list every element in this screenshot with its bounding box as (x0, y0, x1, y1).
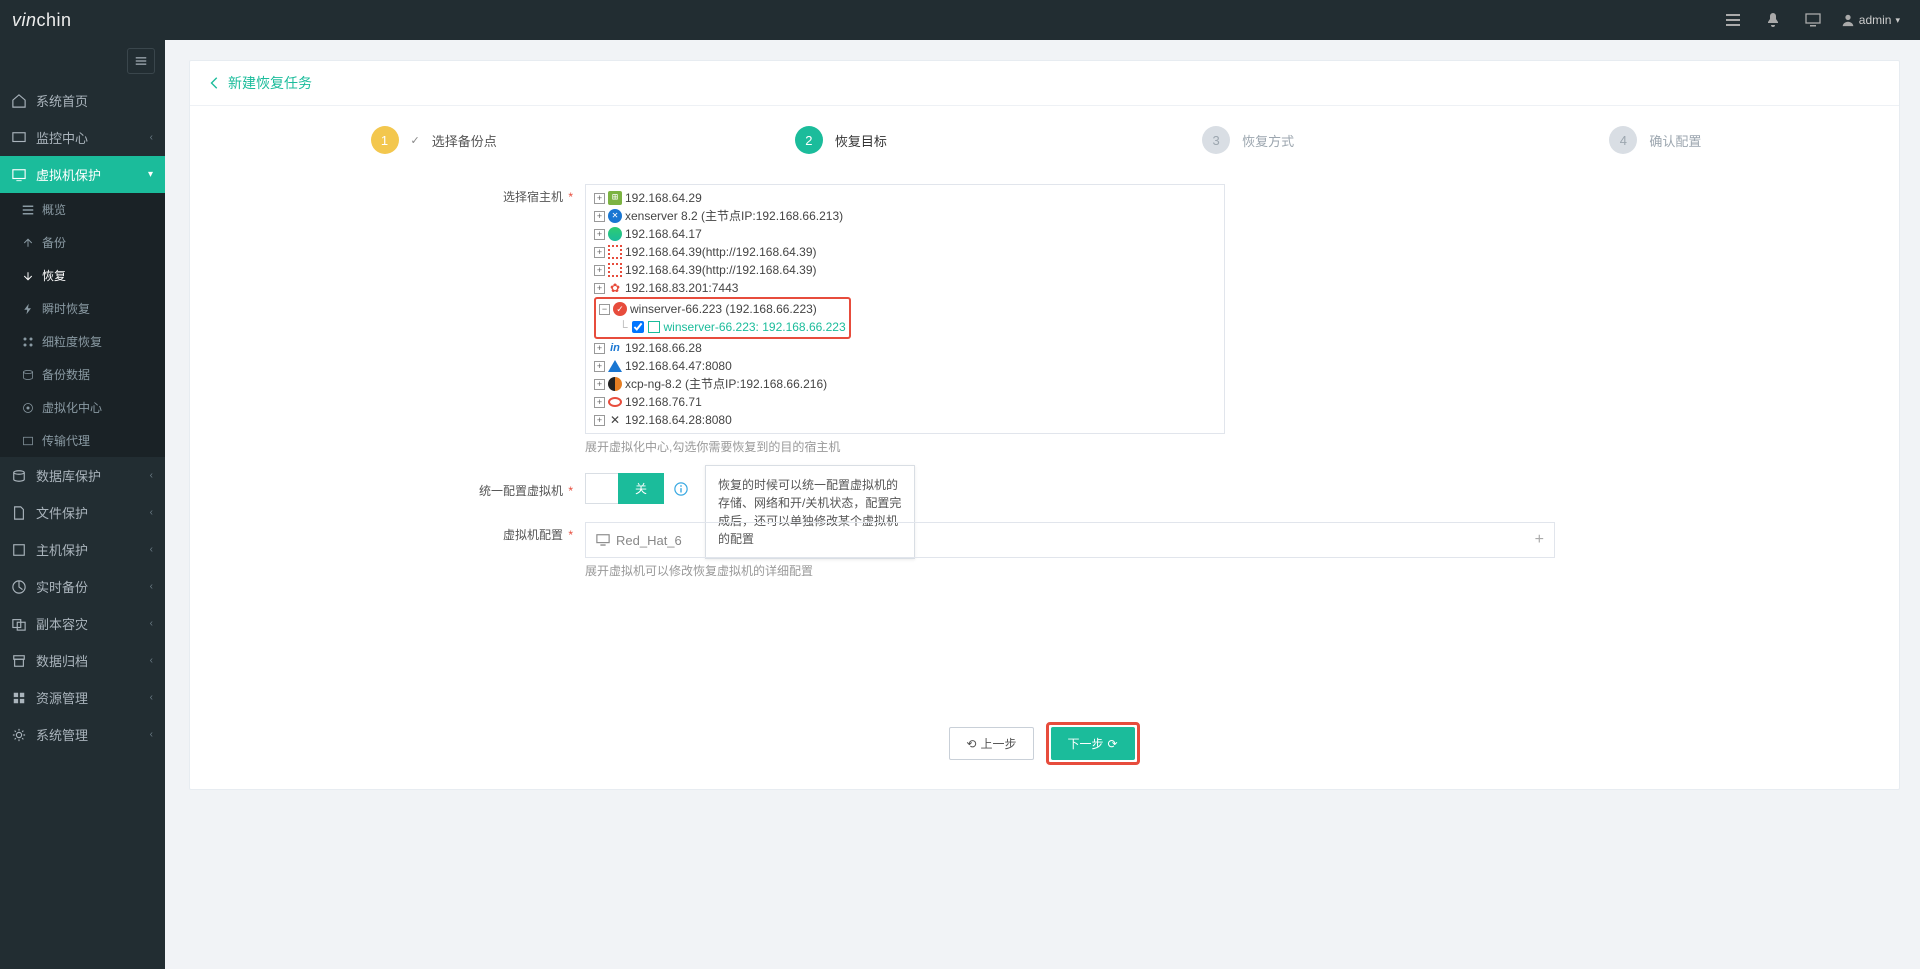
nav-replica[interactable]: 副本容灾‹ (0, 605, 165, 642)
bell-icon[interactable] (1753, 0, 1793, 40)
chevron-left-icon: ‹ (150, 132, 153, 143)
arrow-left-icon: ⟲ (966, 737, 976, 751)
step-2[interactable]: 2 恢复目标 (637, 126, 1044, 154)
logo: vinchin (12, 10, 72, 31)
expand-icon[interactable]: + (594, 247, 605, 258)
next-button[interactable]: 下一步 ⟳ (1051, 727, 1135, 760)
expand-icon[interactable]: + (1535, 531, 1544, 549)
sub-nav: 概览 备份 恢复 瞬时恢复 细粒度恢复 备份数据 虚拟化中心 传输代理 (0, 193, 165, 457)
panel-title: 新建恢复任务 (190, 61, 1899, 106)
tree-node[interactable]: +xcp-ng-8.2 (主节点IP:192.168.66.216) (594, 375, 1216, 393)
subnav-backupdata[interactable]: 备份数据 (0, 358, 165, 391)
chevron-down-icon: ▾ (148, 169, 153, 180)
subnav-overview[interactable]: 概览 (0, 193, 165, 226)
nav-resource[interactable]: 资源管理‹ (0, 679, 165, 716)
tree-node[interactable]: +192.168.64.17 (594, 225, 1216, 243)
panel: 新建恢复任务 1 ✓ 选择备份点 2 恢复目标 3 恢复方式 4 (189, 60, 1900, 790)
uniform-toggle[interactable]: 关 (585, 473, 664, 504)
host-help: 展开虚拟化中心,勾选你需要恢复到的目的宿主机 (585, 438, 1225, 455)
tasks-icon[interactable] (1713, 0, 1753, 40)
expand-icon[interactable]: + (594, 397, 605, 408)
user-name: admin (1859, 13, 1892, 27)
tree-node[interactable]: −✓winserver-66.223 (192.168.66.223) (599, 300, 846, 318)
expand-icon[interactable]: + (594, 343, 605, 354)
subnav-granular[interactable]: 细粒度恢复 (0, 325, 165, 358)
tree-node[interactable]: +192.168.64.47:8080 (594, 357, 1216, 375)
logo-vin: vin (12, 10, 37, 31)
subnav-vcenter[interactable]: 虚拟化中心 (0, 391, 165, 424)
expand-icon[interactable]: + (594, 361, 605, 372)
monitor-icon[interactable] (1793, 0, 1833, 40)
sidebar: 系统首页 监控中心‹ 虚拟机保护▾ 概览 备份 恢复 瞬时恢复 细粒度恢复 备份… (0, 40, 165, 969)
check-icon: ✓ (411, 134, 420, 147)
tree-node[interactable]: +✿192.168.83.201:7443 (594, 279, 1216, 297)
host-checkbox[interactable] (632, 321, 644, 333)
expand-icon[interactable]: + (594, 229, 605, 240)
vm-icon (648, 321, 660, 333)
label-uniform: 统一配置虚拟机 * (230, 478, 585, 499)
top-header: vinchin admin ▾ (0, 0, 1920, 40)
nav-archive[interactable]: 数据归档‹ (0, 642, 165, 679)
tree-node[interactable]: +192.168.64.39(http://192.168.64.39) (594, 261, 1216, 279)
monitor-icon (596, 533, 610, 547)
subnav-restore[interactable]: 恢复 (0, 259, 165, 292)
subnav-backup[interactable]: 备份 (0, 226, 165, 259)
label-host: 选择宿主机 * (230, 184, 585, 455)
wizard-steps: 1 ✓ 选择备份点 2 恢复目标 3 恢复方式 4 确认配置 (190, 106, 1899, 184)
vmconfig-help: 展开虚拟机可以修改恢复虚拟机的详细配置 (585, 562, 1225, 579)
expand-icon[interactable]: + (594, 379, 605, 390)
nav-db[interactable]: 数据库保护‹ (0, 457, 165, 494)
tree-child-selected[interactable]: └ winserver-66.223: 192.168.66.223 (619, 318, 846, 336)
toggle-off[interactable]: 关 (618, 473, 664, 504)
expand-icon[interactable]: + (594, 193, 605, 204)
tree-node[interactable]: +192.168.64.39(http://192.168.64.39) (594, 243, 1216, 261)
sidebar-toggle[interactable] (127, 48, 155, 74)
expand-icon[interactable]: + (594, 415, 605, 426)
vm-name: Red_Hat_6 (616, 533, 682, 548)
nav-host[interactable]: 主机保护‹ (0, 531, 165, 568)
label-vmconfig: 虚拟机配置 * (230, 522, 585, 579)
vm-config-row[interactable]: Red_Hat_6 + (585, 522, 1555, 558)
info-icon[interactable] (674, 482, 688, 496)
tree-node[interactable]: +⊞192.168.64.29 (594, 189, 1216, 207)
nav-vm-protect[interactable]: 虚拟机保护▾ (0, 156, 165, 193)
step-1[interactable]: 1 ✓ 选择备份点 (230, 126, 637, 154)
step-4[interactable]: 4 确认配置 (1452, 126, 1859, 154)
subnav-instant[interactable]: 瞬时恢复 (0, 292, 165, 325)
expand-icon[interactable]: + (594, 211, 605, 222)
tree-node[interactable]: +192.168.76.71 (594, 393, 1216, 411)
expand-icon[interactable]: + (594, 283, 605, 294)
tree-node[interactable]: +in192.168.66.28 (594, 339, 1216, 357)
expand-icon[interactable]: − (599, 304, 610, 315)
host-tree[interactable]: +⊞192.168.64.29+✕xenserver 8.2 (主节点IP:19… (585, 184, 1225, 434)
step-3[interactable]: 3 恢复方式 (1045, 126, 1452, 154)
tree-node[interactable]: +✕192.168.64.28:8080 (594, 411, 1216, 429)
panel-footer: ⟲ 上一步 下一步 ⟳ (190, 704, 1899, 789)
nav-monitor[interactable]: 监控中心‹ (0, 119, 165, 156)
content: 新建恢复任务 1 ✓ 选择备份点 2 恢复目标 3 恢复方式 4 (165, 40, 1920, 969)
toggle-on[interactable] (585, 473, 618, 504)
nav-file[interactable]: 文件保护‹ (0, 494, 165, 531)
nav-system[interactable]: 系统管理‹ (0, 716, 165, 753)
nav-realtime[interactable]: 实时备份‹ (0, 568, 165, 605)
tree-node[interactable]: +✕xenserver 8.2 (主节点IP:192.168.66.213) (594, 207, 1216, 225)
prev-button[interactable]: ⟲ 上一步 (949, 727, 1033, 760)
nav-home[interactable]: 系统首页 (0, 82, 165, 119)
expand-icon[interactable]: + (594, 265, 605, 276)
chevron-down-icon: ▾ (1895, 15, 1900, 26)
subnav-proxy[interactable]: 传输代理 (0, 424, 165, 457)
logo-chin: chin (37, 10, 72, 31)
user-menu[interactable]: admin ▾ (1833, 13, 1908, 27)
back-arrow-icon (208, 76, 222, 90)
next-button-highlight: 下一步 ⟳ (1046, 722, 1140, 765)
arrow-right-icon: ⟳ (1108, 737, 1118, 751)
